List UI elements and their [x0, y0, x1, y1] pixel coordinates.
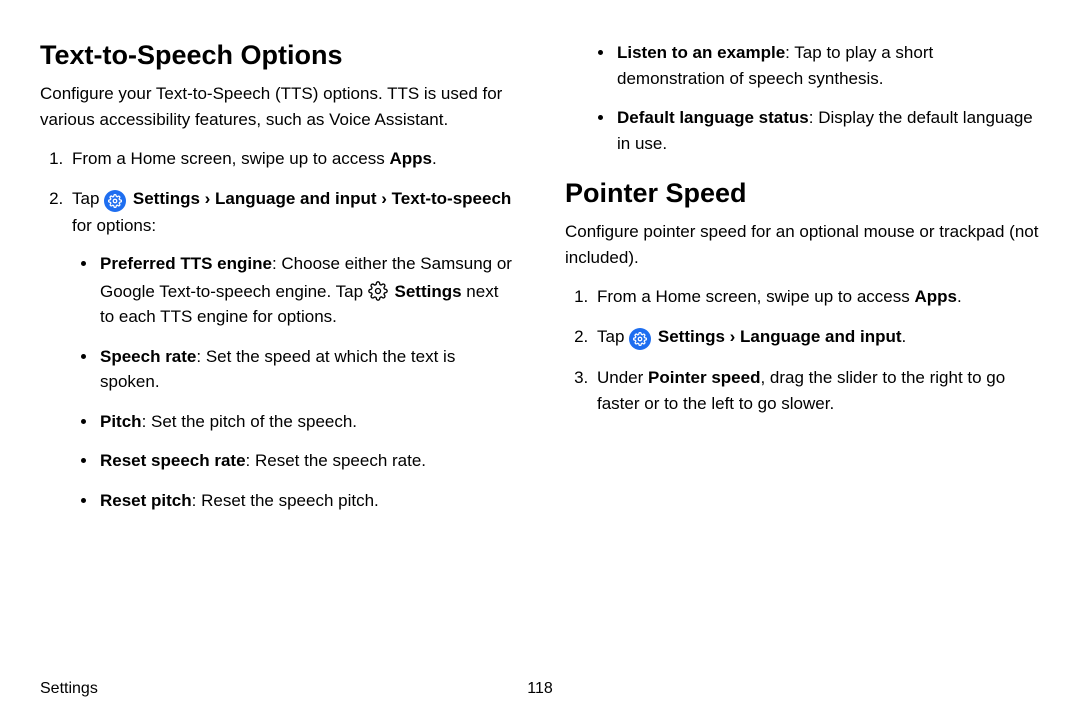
pointer-intro: Configure pointer speed for an optional …: [565, 219, 1040, 270]
bullet-listen-example: Listen to an example: Tap to play a shor…: [615, 40, 1040, 91]
settings-icon: [104, 190, 126, 212]
pointer-heading: Pointer Speed: [565, 178, 1040, 209]
tts-step-2: Tap Settings › Language and input › Text…: [68, 186, 515, 513]
tts-steps: From a Home screen, swipe up to access A…: [40, 146, 515, 513]
tts-bullets: Preferred TTS engine: Choose either the …: [72, 251, 515, 513]
tts-intro: Configure your Text-to-Speech (TTS) opti…: [40, 81, 515, 132]
settings-icon: [629, 328, 651, 350]
pointer-step-3: Under Pointer speed, drag the slider to …: [593, 365, 1040, 418]
pointer-step-2: Tap Settings › Language and input.: [593, 324, 1040, 350]
pointer-steps: From a Home screen, swipe up to access A…: [565, 284, 1040, 417]
footer-section: Settings: [40, 680, 98, 698]
tts-heading: Text-to-Speech Options: [40, 40, 515, 71]
page-footer: Settings 118: [40, 680, 1040, 698]
tts-bullets-continued: Listen to an example: Tap to play a shor…: [565, 40, 1040, 156]
left-column: Text-to-Speech Options Configure your Te…: [40, 40, 515, 527]
right-column: Listen to an example: Tap to play a shor…: [565, 40, 1040, 527]
bullet-speech-rate: Speech rate: Set the speed at which the …: [98, 344, 515, 395]
bullet-default-lang: Default language status: Display the def…: [615, 105, 1040, 156]
settings-outline-icon: [368, 281, 388, 301]
pointer-step-1: From a Home screen, swipe up to access A…: [593, 284, 1040, 310]
bullet-preferred-engine: Preferred TTS engine: Choose either the …: [98, 251, 515, 330]
bullet-reset-rate: Reset speech rate: Reset the speech rate…: [98, 448, 515, 474]
bullet-reset-pitch: Reset pitch: Reset the speech pitch.: [98, 488, 515, 514]
tts-step-1: From a Home screen, swipe up to access A…: [68, 146, 515, 172]
bullet-pitch: Pitch: Set the pitch of the speech.: [98, 409, 515, 435]
footer-page-number: 118: [527, 680, 553, 698]
